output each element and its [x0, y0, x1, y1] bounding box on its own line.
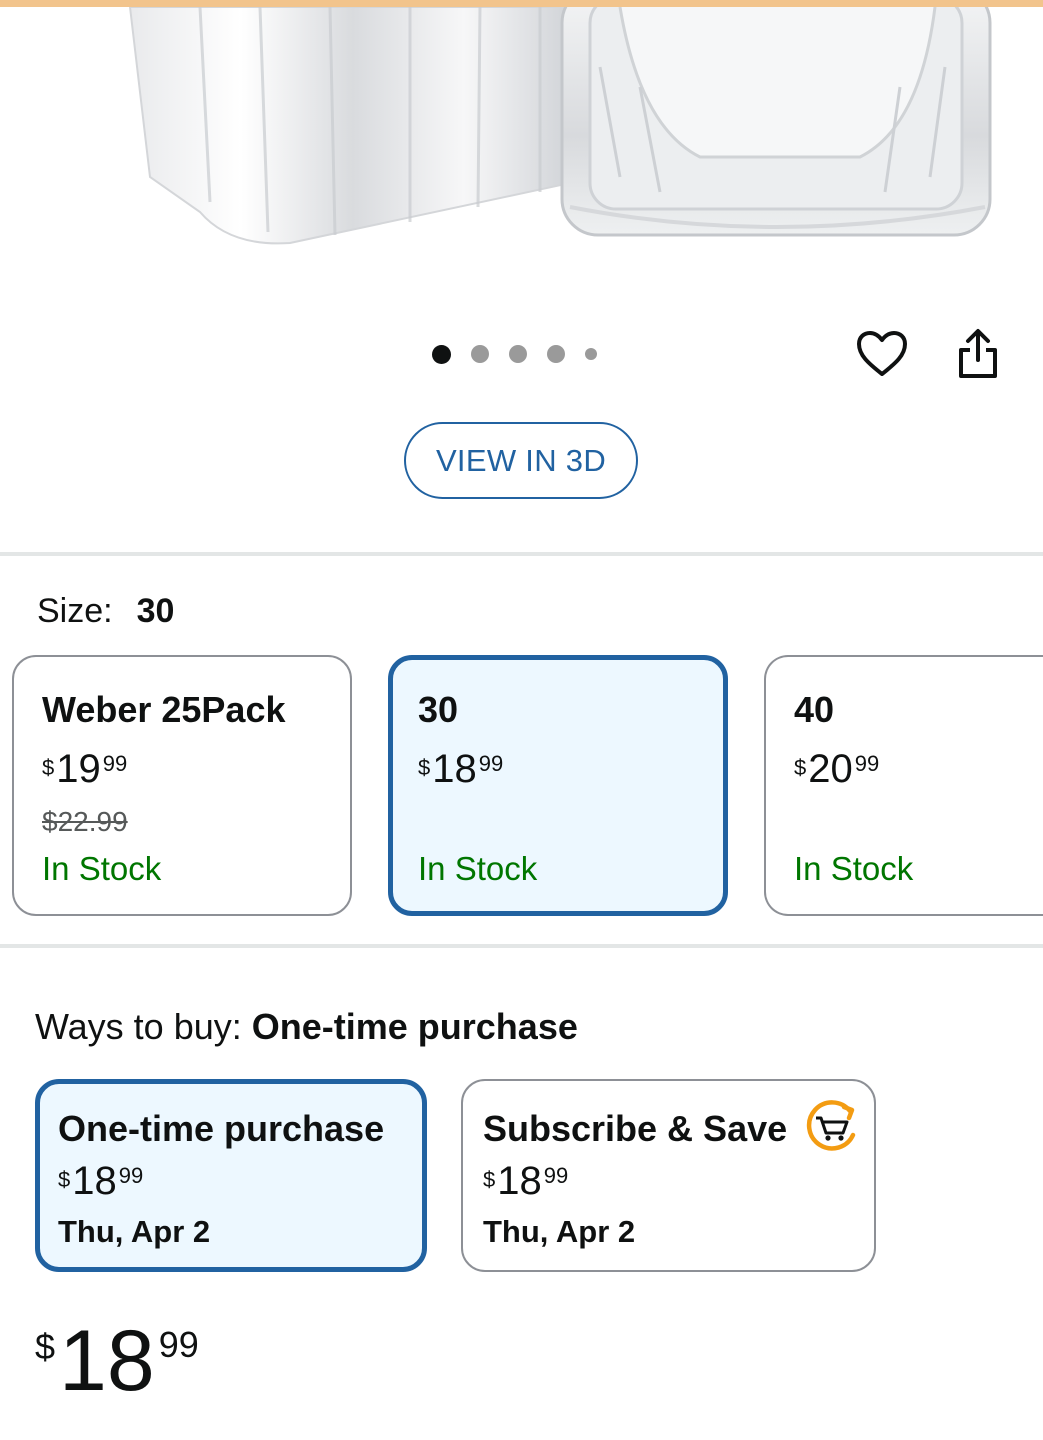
buy-option-subscribe-and-save[interactable]: Subscribe & Save $ 18 99 Thu, Apr 2: [461, 1079, 876, 1272]
pagination-dot[interactable]: [471, 345, 489, 363]
size-option-weber-25pack[interactable]: Weber 25Pack $ 19 99 $22.99 In Stock: [12, 655, 352, 916]
buy-option-one-time-purchase[interactable]: One-time purchase $ 18 99 Thu, Apr 2: [35, 1079, 427, 1272]
price-whole: 18: [497, 1159, 542, 1203]
size-option-availability: In Stock: [42, 850, 162, 887]
size-option-availability: In Stock: [794, 850, 914, 887]
size-selection-label: Size: 30: [37, 592, 174, 631]
price-fraction: 99: [478, 751, 504, 776]
price-fraction: 99: [158, 1324, 199, 1365]
price-currency-symbol: $: [35, 1326, 56, 1367]
pagination-dot[interactable]: [585, 348, 597, 360]
size-option-name: 30: [418, 689, 459, 730]
price-currency-symbol: $: [418, 755, 431, 780]
image-pagination-dots[interactable]: [432, 342, 597, 366]
buy-option-title: One-time purchase: [58, 1108, 385, 1149]
price-whole: 20: [808, 747, 853, 791]
price-whole: 18: [432, 747, 477, 791]
price-currency-symbol: $: [58, 1167, 71, 1192]
pagination-dot[interactable]: [547, 345, 565, 363]
buy-option-price: $ 18 99: [58, 1161, 143, 1201]
price-currency-symbol: $: [794, 755, 807, 780]
add-to-wishlist-button[interactable]: [852, 324, 912, 384]
price-whole: 19: [56, 747, 101, 791]
size-option-list-price: $22.99: [42, 806, 128, 837]
section-divider: [0, 552, 1043, 556]
view-in-3d-button[interactable]: VIEW IN 3D: [404, 422, 638, 499]
top-accent-strip: [0, 0, 1043, 7]
pagination-dot-active[interactable]: [432, 344, 451, 364]
price-whole: 18: [72, 1159, 117, 1203]
share-icon: [959, 329, 997, 378]
size-option-availability: In Stock: [418, 850, 538, 887]
share-button[interactable]: [948, 324, 1008, 384]
subscribe-cart-icon: [806, 1100, 856, 1151]
size-option-name: 40: [794, 689, 835, 730]
size-option-price: $ 20 99: [794, 749, 879, 789]
buy-option-delivery-date: Thu, Apr 2: [58, 1214, 211, 1249]
price-whole: 18: [59, 1313, 155, 1409]
foil-pans-illustration: [128, 7, 992, 245]
size-option-price: $ 19 99: [42, 749, 127, 789]
section-divider: [0, 944, 1043, 948]
price-fraction: 99: [854, 751, 880, 776]
buy-option-delivery-date: Thu, Apr 2: [483, 1214, 636, 1249]
final-price: $ 18 99: [35, 1318, 199, 1404]
price-fraction: 99: [118, 1163, 144, 1188]
price-currency-symbol: $: [483, 1167, 496, 1192]
size-label-text: Size:: [37, 592, 113, 630]
ways-to-buy-label: Ways to buy: One-time purchase: [35, 1006, 578, 1048]
price-fraction: 99: [543, 1163, 569, 1188]
heart-icon: [857, 331, 907, 376]
product-image[interactable]: [0, 7, 1043, 307]
ways-to-buy-selected-value: One-time purchase: [251, 1006, 578, 1047]
buy-option-title: Subscribe & Save: [483, 1108, 788, 1149]
ways-to-buy-label-text: Ways to buy:: [35, 1006, 242, 1047]
pagination-dot[interactable]: [509, 345, 527, 363]
buy-option-price: $ 18 99: [483, 1161, 568, 1201]
size-option-40[interactable]: 40 $ 20 99 In Stock: [764, 655, 1043, 916]
size-option-name: Weber 25Pack: [42, 689, 286, 730]
size-selected-value: 30: [136, 592, 175, 630]
size-option-30[interactable]: 30 $ 18 99 In Stock: [388, 655, 728, 916]
price-currency-symbol: $: [42, 755, 55, 780]
size-option-price: $ 18 99: [418, 749, 503, 789]
price-fraction: 99: [102, 751, 128, 776]
